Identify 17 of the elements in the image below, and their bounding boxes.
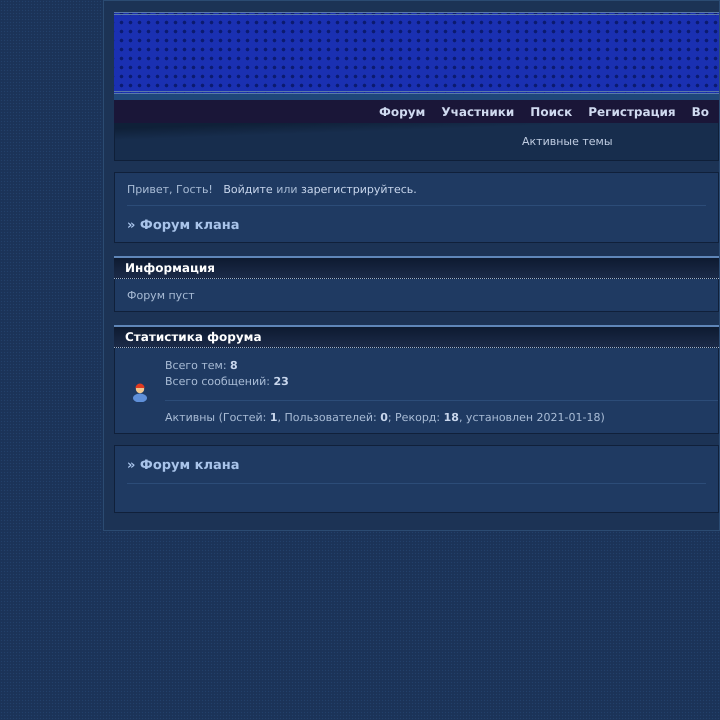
nav-link[interactable]: Форум [379,104,426,118]
nav-link[interactable]: Во [692,104,710,118]
stat-text: Всего сообщений: 23 [165,374,290,390]
active-users-text: Активны (Гостей: 1, Пользователей: 0; Рекорд: 18, установлен 2021-01-18) [165,410,606,426]
section-title: Статистика форума [114,325,719,348]
forum-category-link[interactable]: » Форум клана [115,206,718,243]
stat-text: Всего тем: 8 [165,358,239,374]
greeting-text: Привет, Гость! Войдите или зарегистрируйтесь. [126,182,418,198]
login-link[interactable]: Войдите [223,183,273,196]
register-link[interactable]: зарегистрируйтесь. [301,183,417,196]
nav-link[interactable]: Поиск [530,104,572,118]
nav-link[interactable]: Регистрация [588,104,676,118]
empty-forum-text: Форум пуст [127,288,195,302]
forum-category-link[interactable]: » Форум клана [115,446,718,483]
nav-link[interactable]: Участники [441,104,514,118]
section-title: Информация [114,256,719,279]
active-topics-link[interactable]: Активные темы [522,135,613,148]
